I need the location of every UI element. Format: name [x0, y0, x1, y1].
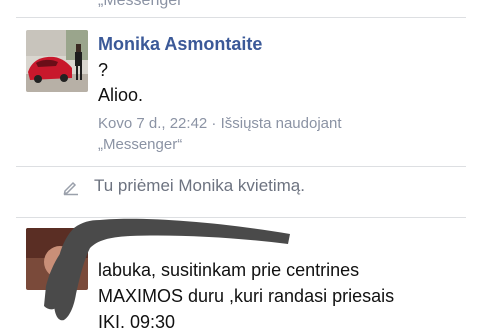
- sent-via-app[interactable]: „Messenger“: [98, 134, 182, 155]
- sent-via-label: Išsiųsta naudojant: [220, 115, 342, 132]
- divider: [16, 166, 466, 167]
- message-text-line: IKI. 09:30: [98, 312, 176, 332]
- message-item[interactable]: labuka, susitinkam prie centrines MAXIMO…: [0, 218, 482, 335]
- message-text-line: Alioo.: [98, 85, 144, 105]
- timestamp: Kovo 7 d., 22:42: [98, 115, 208, 132]
- message-meta: Kovo 7 d., 22:42 · Išsiųsta naudojant: [98, 113, 342, 134]
- system-notice: Tu priėmei Monika kvietimą.: [0, 172, 482, 206]
- pencil-icon: [63, 181, 78, 196]
- message-text-line: labuka, susitinkam prie centrines: [98, 260, 360, 280]
- meta-separator: ·: [211, 115, 217, 132]
- sender-name[interactable]: Monika Asmontaite: [98, 34, 262, 55]
- avatar[interactable]: [26, 30, 88, 92]
- message-text-line: ?: [98, 60, 109, 80]
- message-item[interactable]: Monika Asmontaite ? Alioo. Kovo 7 d., 22…: [0, 18, 482, 166]
- system-notice-text: Tu priėmei Monika kvietimą.: [94, 176, 305, 195]
- message-text-line: MAXIMOS duru ,kuri randasi priesais: [98, 286, 395, 306]
- previous-message-app-label: „Messenger“: [98, 0, 188, 9]
